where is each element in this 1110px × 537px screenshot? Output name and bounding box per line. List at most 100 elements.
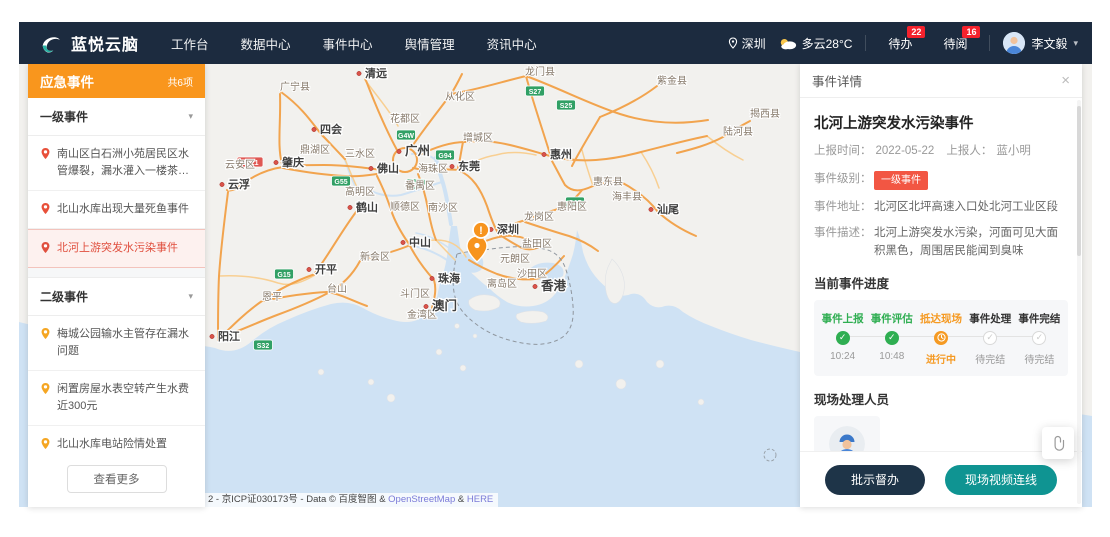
reporter-label: 上报人：: [946, 145, 992, 157]
here-link[interactable]: HERE: [467, 494, 493, 505]
event-list-item[interactable]: 北河上游突发水污染事件: [28, 229, 205, 268]
map-city-label: 佛山: [376, 161, 399, 175]
progress-step-name: 抵达现场: [916, 311, 965, 326]
sidebar-header: 应急事件 共6项: [28, 64, 205, 98]
map-city-dot: [401, 240, 405, 244]
event-list-item[interactable]: 梅城公园输水主管存在漏水问题: [28, 316, 205, 371]
map-district-label: 恩平: [262, 291, 282, 303]
event-group-header[interactable]: 一级事件▾: [28, 98, 205, 136]
svg-text:!: !: [479, 225, 483, 237]
map-city-label: 肇庆: [281, 155, 304, 169]
map-city-dot: [542, 152, 546, 156]
user-avatar: [1003, 32, 1025, 54]
map-district-label: 离岛区: [487, 277, 517, 290]
map-city-label: 汕尾: [657, 202, 679, 216]
map-city-label: 珠海: [438, 271, 460, 285]
nav-right: 深圳 多云28°C 待办 22 待阅 16 李文: [728, 22, 1092, 64]
panel-scroll-thumb[interactable]: [1077, 106, 1081, 256]
app-window: 蓝悦云脑 工作台 数据中心 事件中心 舆情管理 资讯中心 深圳 多云28°C 待办 22: [19, 22, 1092, 507]
map-city-dot: [649, 207, 653, 211]
map-city-dot: [450, 164, 454, 168]
staff-avatar: [829, 426, 865, 451]
todo-menu[interactable]: 待办 22: [879, 22, 921, 64]
event-group-header[interactable]: 二级事件▾: [28, 278, 205, 316]
map-district-label: 紫金县: [657, 74, 687, 87]
nav-item-2[interactable]: 数据中心: [241, 34, 291, 53]
map-city-label: 阳江: [218, 329, 240, 343]
map-city-dot: [220, 182, 224, 186]
progress-box: 事件上报✓10:24事件评估✓10:48抵达现场进行中事件处理✓待完结事件完结✓…: [814, 300, 1068, 376]
map-district-label: 鼎湖区: [300, 144, 330, 156]
nav-item-4[interactable]: 舆情管理: [405, 34, 455, 53]
map-district-label: 揭西县: [750, 107, 780, 120]
map-district-label: 盐田区: [522, 237, 552, 250]
user-name: 李文毅: [1031, 35, 1067, 52]
map-city-label: 清远: [365, 66, 387, 80]
progress-step: 事件完结✓待完结: [1015, 311, 1064, 366]
event-field: 事件地址：北河区北坪高速入口处北河工业区段: [814, 199, 1068, 216]
road-shield-label: G55: [334, 179, 347, 186]
event-list-item[interactable]: 北山水库出现大量死鱼事件: [28, 191, 205, 229]
progress-step-status: 进行中: [916, 351, 965, 366]
map-district-label: 高明区: [345, 185, 375, 198]
nav-city: 深圳: [742, 35, 766, 52]
brand-logo[interactable]: 蓝悦云脑: [19, 30, 161, 56]
map-city-label: 四会: [320, 122, 343, 136]
event-list-item[interactable]: 闲置房屋水表空转产生水费近300元: [28, 371, 205, 426]
panel-header: 事件详情 ×: [800, 64, 1082, 98]
map-district-label: 花都区: [390, 112, 420, 125]
map-district-label: 惠东县: [593, 175, 623, 188]
map-city-dot: [357, 71, 361, 75]
reporter-name: 蓝小明: [996, 145, 1031, 157]
user-menu[interactable]: 李文毅 ▾: [1003, 32, 1078, 54]
emergency-sidebar: 应急事件 共6项 一级事件▾ 南山区白石洲小苑居民区水管爆裂，漏水灌入一楼茶庄导致…: [28, 64, 205, 507]
nav-item-3[interactable]: 事件中心: [323, 34, 373, 53]
progress-step-status: 10:24: [818, 351, 867, 362]
nav-item-1[interactable]: 工作台: [171, 34, 209, 53]
osm-link[interactable]: OpenStreetMap: [388, 494, 455, 505]
panel-body: 北河上游突发水污染事件 上报时间：2022-05-22上报人：蓝小明 事件级别：…: [800, 98, 1082, 451]
map-district-label: 龙门县: [525, 65, 555, 78]
chevron-down-icon: ▾: [188, 111, 193, 122]
map-district-label: 广宁县: [280, 80, 310, 93]
check-icon: ✓: [1032, 331, 1046, 345]
location-pin-icon: [40, 382, 51, 395]
progress-step-name: 事件上报: [818, 311, 867, 326]
view-more-button[interactable]: 查看更多: [67, 465, 167, 493]
map-city-label: 惠州: [550, 147, 572, 161]
event-meta: 上报时间：2022-05-22上报人：蓝小明: [814, 142, 1068, 158]
event-item-text: 闲置房屋水表空转产生水费近300元: [57, 381, 197, 415]
map-city-dot: [348, 205, 352, 209]
nav-weather-text: 多云28°C: [802, 35, 853, 52]
map-district-label: 海丰县: [612, 190, 642, 203]
close-icon[interactable]: ×: [1061, 73, 1070, 88]
more-wrap: 查看更多: [28, 455, 205, 507]
progress-step-name: 事件完结: [1015, 311, 1064, 326]
nav-item-5[interactable]: 资讯中心: [487, 34, 537, 53]
approve-button[interactable]: 批示督办: [825, 465, 925, 495]
event-list-item[interactable]: 南山区白石洲小苑居民区水管爆裂，漏水灌入一楼茶庄导致财物...: [28, 136, 205, 191]
event-detail-panel: 事件详情 × 北河上游突发水污染事件 上报时间：2022-05-22上报人：蓝小…: [800, 64, 1082, 507]
read-menu[interactable]: 待阅 16: [934, 22, 976, 64]
staff-card[interactable]: 郭路水质检测员: [814, 416, 880, 451]
location-pin-icon: [40, 327, 51, 340]
event-item-text: 北河上游突发水污染事件: [57, 240, 178, 257]
attachment-tool-button[interactable]: [1042, 427, 1074, 459]
location-pin-icon: [40, 202, 51, 215]
map-city-dot: [369, 166, 373, 170]
brand-icon: [37, 30, 63, 56]
event-field: 事件级别：一级事件: [814, 171, 1068, 190]
map-city-label: 中山: [409, 235, 431, 249]
video-call-button[interactable]: 现场视频连线: [945, 465, 1057, 495]
event-field-value: 北河上游突发水污染，河面可见大面积黑色，周围居民能闻到臭味: [874, 225, 1068, 260]
event-item-text: 南山区白石洲小苑居民区水管爆裂，漏水灌入一楼茶庄导致财物...: [57, 146, 197, 180]
progress-step: 抵达现场进行中: [916, 311, 965, 366]
map-city-label: 东莞: [458, 159, 480, 173]
road-shield-label: S25: [560, 103, 573, 110]
sidebar-count: 共6项: [167, 74, 193, 89]
event-list-item[interactable]: 北山水库电站险情处置: [28, 426, 205, 455]
map-district-label: 增城区: [463, 131, 493, 144]
map-city-dot: [312, 127, 316, 131]
road-shield-label: G94: [438, 153, 451, 160]
map-city-dot: [397, 149, 401, 153]
